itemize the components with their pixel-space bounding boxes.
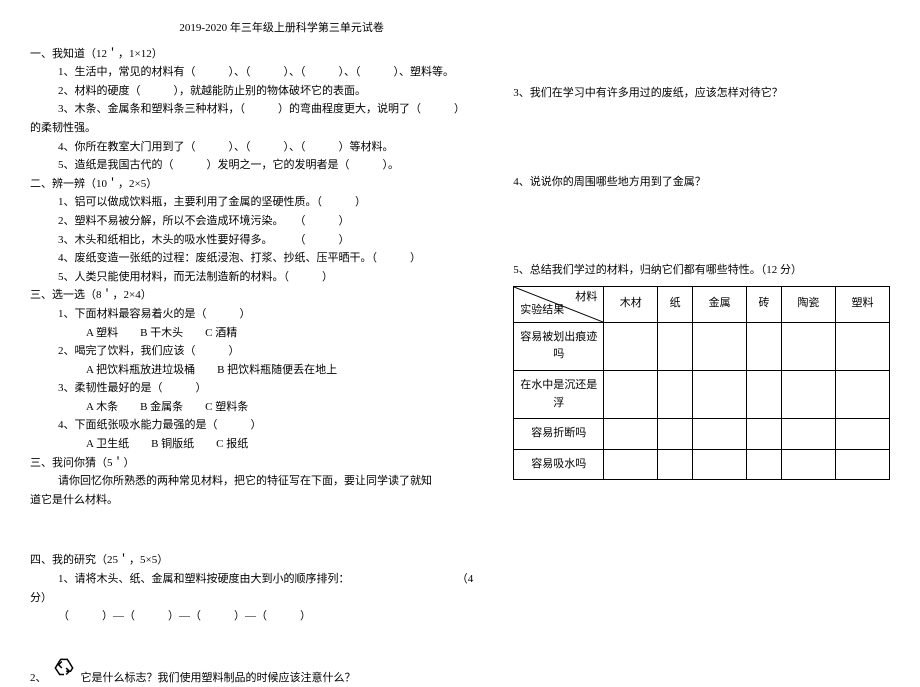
diag-bottom: 实验结果	[520, 302, 564, 320]
s3-q4: 4、下面纸张吸水能力最强的是（ ）	[30, 417, 473, 435]
left-column: 2019-2020 年三年级上册科学第三单元试卷 一、我知道（12＇，1×12）…	[30, 20, 473, 617]
table-cell	[781, 370, 835, 418]
table-cell	[604, 449, 658, 480]
col-header: 陶瓷	[781, 286, 835, 322]
s1-q4: 4、你所在教室大门用到了（ ）、（ ）、（ ）等材料。	[30, 139, 473, 157]
table-cell	[835, 449, 889, 480]
table-cell	[604, 370, 658, 418]
s4-text1: 请你回忆你所熟悉的两种常见材料，把它的特征写在下面，要让同学读了就知	[30, 473, 473, 491]
table-row: 容易被划出痕迹吗	[514, 322, 890, 370]
right-q3: 3、我们在学习中有许多用过的废纸，应该怎样对待它？	[513, 85, 890, 103]
s5-q2-num: 2、	[30, 670, 47, 687]
s2-q2: 2、塑料不易被分解，所以不会造成环境污染。 （ ）	[30, 213, 473, 231]
s1-q3: 3、木条、金属条和塑料条三种材料，（ ）的弯曲程度更大，说明了（ ）	[30, 101, 473, 119]
s5-q1-row: 1、请将木头、纸、金属和塑料按硬度由大到小的顺序排列： （4	[30, 571, 473, 589]
table-cell	[747, 370, 782, 418]
s5-q1-blanks: （ ）—（ ）—（ ）—（ ）	[30, 608, 473, 626]
row-label: 在水中是沉还是浮	[514, 370, 604, 418]
right-q4: 4、说说你的周围哪些地方用到了金属？	[513, 174, 890, 192]
s5-q1b: （4	[457, 571, 474, 589]
s2-q1: 1、铝可以做成饮料瓶，主要利用了金属的坚硬性质。（ ）	[30, 194, 473, 212]
row-label: 容易吸水吗	[514, 449, 604, 480]
col-header: 纸	[658, 286, 693, 322]
table-cell	[658, 449, 693, 480]
s5-q2-text: 它是什么标志？我们使用塑料制品的时候应该注意什么？	[81, 670, 356, 687]
materials-table: 材料 实验结果 木材 纸 金属 砖 陶瓷 塑料 容易被划出痕迹吗 在水中是沉还是…	[513, 286, 890, 481]
table-cell	[781, 322, 835, 370]
col-header: 塑料	[835, 286, 889, 322]
s4-text2: 道它是什么材料。	[30, 492, 473, 510]
table-row: 容易折断吗	[514, 419, 890, 450]
s1-q2: 2、材料的硬度（ ），就越能防止别的物体破坏它的表面。	[30, 83, 473, 101]
s5-q1c: 分）	[30, 590, 473, 608]
table-cell	[747, 322, 782, 370]
s2-q4: 4、废纸变造一张纸的过程：废纸浸泡、打浆、抄纸、压平晒干。（ ）	[30, 250, 473, 268]
col-header: 金属	[693, 286, 747, 322]
right-q5: 5、总结我们学过的材料，归纳它们都有哪些特性。（12 分）	[513, 262, 890, 280]
section1-heading: 一、我知道（12＇，1×12）	[30, 46, 473, 64]
s1-q1: 1、生活中，常见的材料有（ ）、（ ）、（ ）、（ ）、塑料等。	[30, 64, 473, 82]
s3-q2: 2、喝完了饮料，我们应该（ ）	[30, 343, 473, 361]
table-row: 在水中是沉还是浮	[514, 370, 890, 418]
table-cell	[747, 419, 782, 450]
section4-heading: 三、我问你猜（5＇）	[30, 455, 473, 473]
right-column: 3、我们在学习中有许多用过的废纸，应该怎样对待它？ 4、说说你的周围哪些地方用到…	[513, 20, 890, 617]
s3-q2-opts: A 把饮料瓶放进垃圾桶 B 把饮料瓶随便丢在地上	[30, 362, 473, 380]
s3-q3-opts: A 木条 B 金属条 C 塑料条	[30, 399, 473, 417]
table-cell	[604, 419, 658, 450]
table-cell	[693, 370, 747, 418]
table-cell	[747, 449, 782, 480]
table-cell	[658, 419, 693, 450]
table-cell	[693, 449, 747, 480]
table-row: 容易吸水吗	[514, 449, 890, 480]
s5-q1a: 1、请将木头、纸、金属和塑料按硬度由大到小的顺序排列：	[58, 571, 350, 589]
s1-q5: 5、造纸是我国古代的（ ）发明之一，它的发明者是（ ）。	[30, 157, 473, 175]
section3-heading: 三、选一选（8＇，2×4）	[30, 287, 473, 305]
s3-q1: 1、下面材料最容易着火的是（ ）	[30, 306, 473, 324]
table-cell	[835, 370, 889, 418]
s1-q3b: 的柔韧性强。	[30, 120, 473, 138]
table-cell	[658, 322, 693, 370]
s2-q5: 5、人类只能使用材料，而无法制造新的材料。（ ）	[30, 269, 473, 287]
col-header: 砖	[747, 286, 782, 322]
table-cell	[658, 370, 693, 418]
diag-top: 材料	[575, 289, 597, 307]
s2-q3: 3、木头和纸相比，木头的吸水性要好得多。 （ ）	[30, 232, 473, 250]
table-cell	[835, 322, 889, 370]
row-label: 容易被划出痕迹吗	[514, 322, 604, 370]
s5-q2-wrap: 2、 它是什么标志？我们使用塑料制品的时候应该注意什么？	[30, 655, 473, 687]
table-cell	[693, 322, 747, 370]
table-cell	[835, 419, 889, 450]
table-cell	[781, 419, 835, 450]
exam-title: 2019-2020 年三年级上册科学第三单元试卷	[90, 20, 473, 38]
recycle-icon	[51, 655, 77, 687]
table-diag-header: 材料 实验结果	[514, 286, 604, 322]
section2-heading: 二、辨一辨（10＇，2×5）	[30, 176, 473, 194]
row-label: 容易折断吗	[514, 419, 604, 450]
s3-q3: 3、柔韧性最好的是（ ）	[30, 380, 473, 398]
s3-q1-opts: A 塑料 B 干木头 C 酒精	[30, 325, 473, 343]
section5-heading: 四、我的研究（25＇，5×5）	[30, 552, 473, 570]
table-header-row: 材料 实验结果 木材 纸 金属 砖 陶瓷 塑料	[514, 286, 890, 322]
table-cell	[604, 322, 658, 370]
table-cell	[781, 449, 835, 480]
table-cell	[693, 419, 747, 450]
col-header: 木材	[604, 286, 658, 322]
s3-q4-opts: A 卫生纸 B 铜版纸 C 报纸	[30, 436, 473, 454]
